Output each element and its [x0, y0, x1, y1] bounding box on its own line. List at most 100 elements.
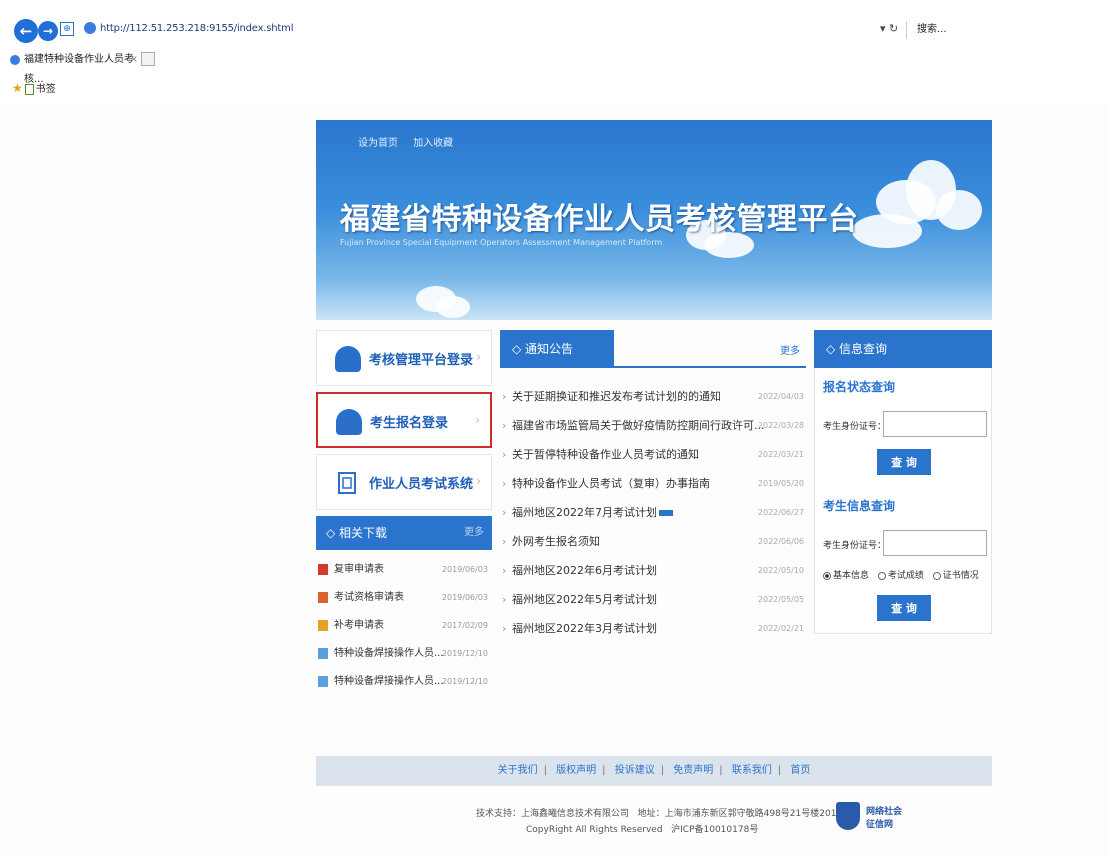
separator: | — [777, 765, 782, 776]
exam-info-title: 考生信息查询 — [823, 499, 896, 513]
chevron-right-icon: › — [476, 350, 481, 364]
download-date: 2017/02/09 — [441, 621, 488, 630]
list-item[interactable]: 特种设备焊接操作人员... 2019/12/10 — [316, 668, 492, 696]
credit-badge-text[interactable]: 网络社会 征信网 — [866, 806, 902, 832]
footer-link-copyright[interactable]: 版权声明 — [556, 765, 596, 776]
notices-more-link[interactable]: 更多 — [780, 342, 800, 357]
exam-query-button[interactable]: 查 询 — [877, 595, 931, 621]
list-item[interactable]: 福州地区2022年3月考试计划 2022/02/21 — [500, 614, 806, 643]
notice-title[interactable]: 关于延期换证和推迟发布考试计划的的通知 — [512, 390, 721, 403]
new-tab-button[interactable] — [141, 52, 155, 66]
notice-title[interactable]: 福州地区2022年7月考试计划 — [512, 506, 657, 519]
forward-button[interactable]: → — [38, 21, 58, 41]
notice-title[interactable]: 福建省市场监管局关于做好疫情防控期间行政许可... — [512, 419, 765, 432]
list-item[interactable]: 特种设备作业人员考试（复审）办事指南 2019/05/20 — [500, 469, 806, 498]
downloads-list: 复审申请表 2019/06/03 考试资格审请表 2019/06/03 补考申请表 2… — [316, 550, 492, 696]
notice-title[interactable]: 外网考生报名须知 — [512, 535, 600, 548]
notices-list: 关于延期换证和推迟发布考试计划的的通知 2022/04/03 福建省市场监管局关于… — [500, 368, 806, 643]
notices-header: ◇ 通知公告 更多 — [500, 330, 806, 368]
credit-shield-icon[interactable] — [836, 802, 860, 830]
url-text[interactable]: http://112.51.253.218:9155/index.shtml — [100, 23, 293, 34]
downloads-more-link[interactable]: 更多 — [464, 516, 484, 550]
radio-exam-score[interactable] — [877, 571, 886, 580]
downloads-header: ◇ 相关下载 更多 — [316, 516, 492, 550]
file-icon — [318, 592, 328, 603]
notice-title[interactable]: 关于暂停特种设备作业人员考试的通知 — [512, 448, 699, 461]
browser-tab[interactable]: 福建特种设备作业人员考核... × — [10, 50, 140, 85]
radio-label: 基本信息 — [833, 571, 870, 581]
chevron-right-icon: › — [476, 474, 481, 488]
back-button[interactable]: ← — [14, 19, 38, 43]
left-column: 考核管理平台登录 › 考生报名登录 › 作业人员考试系统 › ◇ 相关下载 更多… — [316, 330, 492, 696]
notice-title[interactable]: 福州地区2022年6月考试计划 — [512, 564, 657, 577]
radio-certificate[interactable] — [932, 571, 941, 580]
download-date: 2019/12/10 — [441, 677, 488, 686]
radio-label: 证书情况 — [942, 571, 979, 581]
footer-link-contact[interactable]: 联系我们 — [732, 765, 772, 776]
file-icon — [318, 648, 328, 659]
favorites-star-icon[interactable]: ★ — [12, 81, 23, 95]
footer-link-home[interactable]: 首页 — [790, 765, 810, 776]
download-name[interactable]: 特种设备焊接操作人员... — [334, 676, 444, 687]
search-input[interactable]: 搜索... — [906, 21, 1106, 39]
downloads-title: ◇ 相关下载 — [326, 526, 388, 540]
footer-link-complaint[interactable]: 投诉建议 — [615, 765, 655, 776]
footer-link-about[interactable]: 关于我们 — [498, 765, 538, 776]
list-item[interactable]: 特种设备焊接操作人员... 2019/12/10 — [316, 640, 492, 668]
refresh-icon[interactable]: ▾ ↻ — [880, 22, 898, 35]
list-item[interactable]: 福州地区2022年5月考试计划 2022/05/05 — [500, 585, 806, 614]
list-item[interactable]: 福建省市场监管局关于做好疫情防控期间行政许可...2022/03/28 — [500, 411, 806, 440]
copyright-line: CopyRight All Rights Reserved 沪ICP备10010… — [526, 822, 758, 835]
separator: | — [660, 765, 665, 776]
download-date: 2019/06/03 — [441, 565, 488, 574]
info-type-radios: 基本信息 考试成绩 证书情况 — [823, 568, 985, 581]
separator: | — [719, 765, 723, 776]
reg-id-input[interactable] — [883, 411, 987, 437]
radio-label: 考试成绩 — [887, 571, 924, 581]
icp-text[interactable]: 沪ICP备10010178号 — [671, 825, 758, 835]
radio-basic-info[interactable] — [823, 571, 831, 580]
browser-chrome: ← → ⊕ http://112.51.253.218:9155/index.s… — [0, 0, 1109, 104]
favorites-label[interactable]: 书签 — [36, 84, 56, 95]
download-name[interactable]: 考试资格审请表 — [334, 592, 404, 603]
site-subtitle: Fujian Province Special Equipment Operat… — [340, 238, 663, 247]
tab-favicon-icon — [10, 55, 20, 65]
list-item[interactable]: 关于暂停特种设备作业人员考试的通知 2022/03/21 — [500, 440, 806, 469]
notices-tab[interactable]: ◇ 通知公告 — [500, 330, 614, 368]
notice-title[interactable]: 特种设备作业人员考试（复审）办事指南 — [512, 477, 710, 490]
notice-date: 2019/05/20 — [757, 479, 804, 488]
address-bar[interactable]: ⊕ http://112.51.253.218:9155/index.shtml — [60, 20, 910, 40]
exam-system-button[interactable]: 作业人员考试系统 › — [316, 454, 492, 510]
platform-login-button[interactable]: 考核管理平台登录 › — [316, 330, 492, 386]
exam-id-input[interactable] — [883, 530, 987, 556]
download-name[interactable]: 补考申请表 — [334, 620, 384, 631]
add-favorite-link[interactable]: 加入收藏 — [413, 138, 453, 149]
list-item[interactable]: 关于延期换证和推迟发布考试计划的的通知 2022/04/03 — [500, 382, 806, 411]
cloud-decoration — [936, 190, 982, 230]
notice-date: 2022/06/06 — [757, 537, 804, 546]
support-line: 技术支持：上海鑫曦信息技术有限公司 地址：上海市浦东新区郭守敬路498号21号楼… — [476, 806, 845, 819]
list-item[interactable]: 福州地区2022年7月考试计划 2022/06/27 — [500, 498, 806, 527]
id-label: 考生身份证号： — [823, 541, 887, 551]
list-item[interactable]: 复审申请表 2019/06/03 — [316, 556, 492, 584]
download-name[interactable]: 特种设备焊接操作人员... — [334, 648, 444, 659]
notice-title[interactable]: 福州地区2022年5月考试计划 — [512, 593, 657, 606]
compat-view-icon[interactable]: ⊕ — [60, 22, 74, 36]
footer-info: 技术支持：上海鑫曦信息技术有限公司 地址：上海市浦东新区郭守敬路498号21号楼… — [316, 796, 992, 842]
platform-login-label: 考核管理平台登录 — [369, 353, 474, 368]
download-name[interactable]: 复审申请表 — [334, 564, 384, 575]
reg-query-button[interactable]: 查 询 — [877, 449, 931, 475]
list-item[interactable]: 补考申请表 2017/02/09 — [316, 612, 492, 640]
footer-link-disclaimer[interactable]: 免责声明 — [673, 765, 713, 776]
set-homepage-link[interactable]: 设为首页 — [358, 138, 398, 149]
notice-date: 2022/04/03 — [757, 392, 804, 401]
notice-date: 2022/02/21 — [757, 624, 804, 633]
list-item[interactable]: 考试资格审请表 2019/06/03 — [316, 584, 492, 612]
download-date: 2019/06/03 — [441, 593, 488, 602]
list-item[interactable]: 外网考生报名须知 2022/06/06 — [500, 527, 806, 556]
list-item[interactable]: 福州地区2022年6月考试计划 2022/05/10 — [500, 556, 806, 585]
notice-title[interactable]: 福州地区2022年3月考试计划 — [512, 622, 657, 635]
document-icon — [338, 472, 356, 494]
candidate-login-button[interactable]: 考生报名登录 › — [316, 392, 492, 448]
tab-close-icon[interactable]: × — [130, 50, 138, 70]
